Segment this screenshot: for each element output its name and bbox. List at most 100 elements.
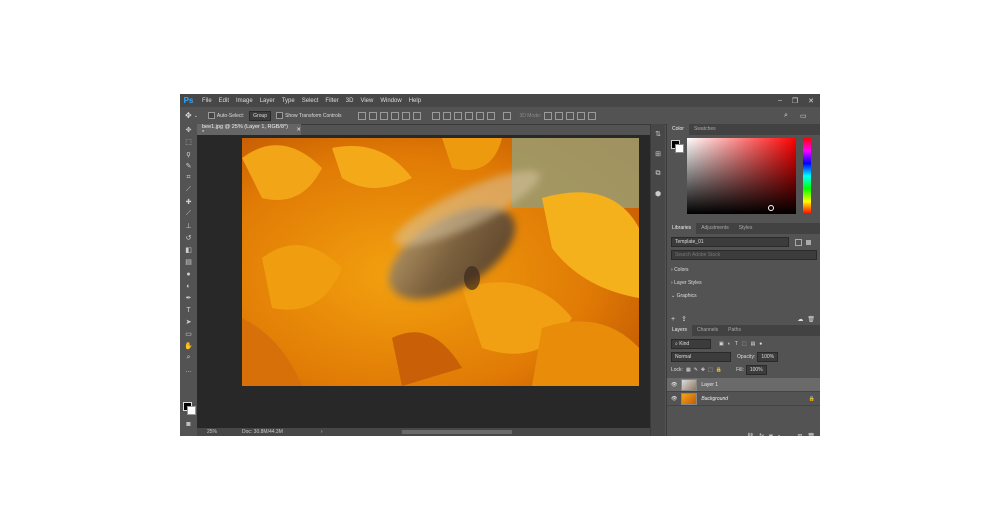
fill-field[interactable]: 100% <box>745 365 767 375</box>
zoom-tool-icon[interactable]: ⌕ <box>180 352 197 364</box>
align-bottom-icon[interactable] <box>380 111 389 120</box>
layer-name[interactable]: Layer 1 <box>701 382 718 388</box>
history-brush-icon[interactable]: ↺ <box>180 232 197 244</box>
history-panel-icon[interactable]: ⇅ <box>651 124 665 144</box>
distribute-left-icon[interactable] <box>465 111 474 120</box>
tab-swatches[interactable]: Swatches <box>689 124 721 135</box>
align-hcenter-icon[interactable] <box>402 111 411 120</box>
healing-brush-icon[interactable]: ✚ <box>180 196 197 208</box>
auto-select-option[interactable]: Auto-Select: <box>207 112 244 119</box>
add-content-icon[interactable]: + <box>671 316 675 323</box>
hue-slider[interactable] <box>803 138 811 214</box>
close-icon[interactable]: ✕ <box>808 97 814 105</box>
rectangle-tool-icon[interactable]: ▭ <box>180 328 197 340</box>
crop-tool-icon[interactable]: ⌗ <box>180 172 197 184</box>
align-right-icon[interactable] <box>413 111 422 120</box>
layer-row-background[interactable]: 👁 Background 🔒 <box>667 392 820 406</box>
close-tab-icon[interactable]: ✕ <box>296 127 301 133</box>
menu-edit[interactable]: Edit <box>219 98 229 104</box>
brush-settings-icon[interactable]: ⧉ <box>651 164 665 184</box>
lasso-tool-icon[interactable]: ϙ <box>180 148 197 160</box>
document-image[interactable] <box>242 138 639 386</box>
3d-rotate-icon[interactable] <box>544 111 553 120</box>
minimize-icon[interactable]: – <box>778 97 782 104</box>
horizontal-scrollbar[interactable] <box>402 430 512 434</box>
menu-layer[interactable]: Layer <box>260 98 275 104</box>
opacity-field[interactable]: 100% <box>757 352 779 362</box>
filter-type-icon[interactable]: T <box>735 341 738 347</box>
3d-roll-icon[interactable] <box>555 111 564 120</box>
filter-smart-object-icon[interactable]: ▤ <box>751 341 756 347</box>
blend-mode-dropdown[interactable]: Normal <box>671 352 731 362</box>
3d-scale-icon[interactable] <box>588 111 597 120</box>
align-left-icon[interactable] <box>391 111 400 120</box>
layer-row-layer-1[interactable]: 👁 Layer 1 <box>667 378 820 392</box>
layer-filter-dropdown[interactable]: ⌕ Kind <box>671 339 711 349</box>
color-field[interactable] <box>687 138 796 214</box>
show-transform-option[interactable]: Show Transform Controls <box>276 112 341 119</box>
filter-adjustment-icon[interactable]: ◐ <box>728 341 731 347</box>
workspace-icon[interactable]: ▭ <box>800 112 807 120</box>
tab-layers[interactable]: Layers <box>667 325 693 336</box>
type-tool-icon[interactable]: T <box>180 304 197 316</box>
eyedropper-tool-icon[interactable]: ⟋ <box>180 184 197 196</box>
visibility-eye-icon[interactable]: 👁 <box>671 396 677 402</box>
bg-color-chip[interactable] <box>675 144 684 153</box>
align-top-icon[interactable] <box>358 111 367 120</box>
menu-view[interactable]: View <box>360 98 373 104</box>
menu-image[interactable]: Image <box>236 98 253 104</box>
auto-select-checkbox[interactable] <box>207 112 215 119</box>
lock-position-icon[interactable]: ✥ <box>701 367 705 373</box>
gradient-tool-icon[interactable]: ▤ <box>180 256 197 268</box>
menu-filter[interactable]: Filter <box>325 98 338 104</box>
tab-color[interactable]: Color <box>667 124 689 135</box>
delete-layer-icon[interactable]: 🗑 <box>807 433 815 436</box>
search-icon[interactable]: ⌕ <box>784 112 788 120</box>
status-arrow-icon[interactable]: › <box>321 429 323 435</box>
add-mask-icon[interactable]: ◙ <box>769 434 773 437</box>
fx-icon[interactable]: fx <box>759 434 764 437</box>
lock-all-icon[interactable]: 🔒 <box>716 367 722 373</box>
tab-libraries[interactable]: Libraries <box>667 223 697 234</box>
link-layers-icon[interactable]: ⛓ <box>747 433 755 436</box>
menu-3d[interactable]: 3D <box>346 98 354 104</box>
show-transform-checkbox[interactable] <box>276 112 284 119</box>
library-section-graphics[interactable]: Graphics <box>677 293 697 299</box>
new-group-icon[interactable]: ▬ <box>786 434 792 437</box>
distribute-bottom-icon[interactable] <box>454 111 463 120</box>
hand-tool-icon[interactable]: ✋ <box>180 340 197 352</box>
list-view-icon[interactable] <box>806 239 811 245</box>
restore-icon[interactable]: ❐ <box>792 97 798 105</box>
3d-pan-icon[interactable] <box>566 111 575 120</box>
3d-panel-icon[interactable]: ⬢ <box>651 184 665 204</box>
filter-toggle-icon[interactable]: ● <box>759 341 762 347</box>
quick-mask-icon[interactable]: ◙ <box>180 418 197 430</box>
library-section-colors[interactable]: Colors <box>674 267 688 273</box>
distribute-hcenter-icon[interactable] <box>476 111 485 120</box>
quick-select-tool-icon[interactable]: ✎ <box>180 160 197 172</box>
path-select-icon[interactable]: ➤ <box>180 316 197 328</box>
marquee-tool-icon[interactable]: ⬚ <box>180 136 197 148</box>
pen-tool-icon[interactable]: ✒ <box>180 292 197 304</box>
3d-slide-icon[interactable] <box>577 111 586 120</box>
distribute-top-icon[interactable] <box>432 111 441 120</box>
stock-search-input[interactable]: Search Adobe Stock <box>671 250 817 260</box>
new-adjustment-icon[interactable]: ◐ <box>778 434 782 437</box>
layer-name[interactable]: Background <box>701 396 728 402</box>
align-vcenter-icon[interactable] <box>369 111 378 120</box>
library-trash-icon[interactable]: 🗑 <box>807 316 815 323</box>
visibility-eye-icon[interactable]: 👁 <box>671 382 677 388</box>
menu-select[interactable]: Select <box>302 98 319 104</box>
filter-shape-icon[interactable]: ⬚ <box>742 341 747 347</box>
tab-channels[interactable]: Channels <box>692 325 723 336</box>
properties-panel-icon[interactable]: ⊞ <box>651 144 665 164</box>
filter-pixel-icon[interactable]: ▣ <box>719 341 724 347</box>
lock-artboard-icon[interactable]: ⬚ <box>708 367 713 373</box>
dodge-tool-icon[interactable]: ◐ <box>180 280 197 292</box>
document-info[interactable]: Doc: 30.8M/44.3M <box>242 429 283 435</box>
zoom-level[interactable]: 25% <box>207 429 217 435</box>
tab-styles[interactable]: Styles <box>734 223 758 234</box>
cloud-icon[interactable]: ☁ <box>797 316 803 323</box>
library-section-layer-styles[interactable]: Layer Styles <box>674 280 702 286</box>
tab-paths[interactable]: Paths <box>723 325 746 336</box>
